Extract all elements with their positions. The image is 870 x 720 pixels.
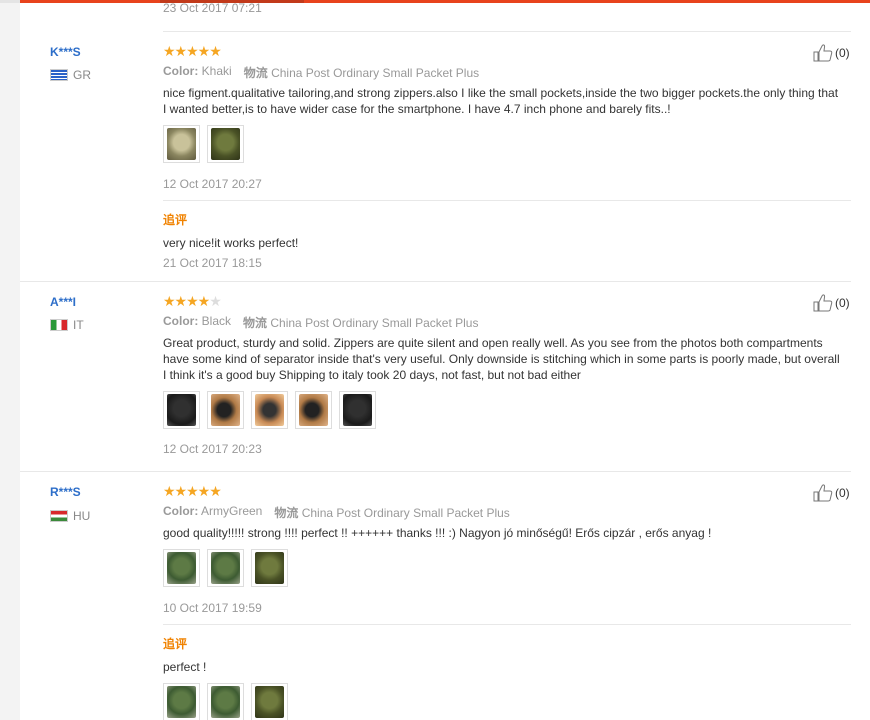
like-count: (0) <box>835 486 850 500</box>
reviewer-name[interactable]: A***I <box>50 295 76 309</box>
review-photo[interactable] <box>251 549 288 587</box>
review-text: nice figment.qualitative tailoring,and s… <box>163 86 839 116</box>
divider <box>163 624 851 625</box>
like-count: (0) <box>835 46 850 60</box>
italy-flag-icon <box>50 319 68 331</box>
review-photo[interactable] <box>163 125 200 163</box>
review-photos <box>163 391 376 429</box>
thumbs-up-icon <box>813 294 833 312</box>
like-count: (0) <box>835 296 850 310</box>
followup-photos <box>163 683 288 720</box>
review-photo[interactable] <box>163 549 200 587</box>
reviewer-country: HU <box>50 509 90 523</box>
review-photo[interactable] <box>163 683 200 720</box>
divider <box>163 31 851 32</box>
feedback-list: 23 Oct 2017 07:21 K***S GR ★★★★★ Color: … <box>20 1 870 720</box>
followup-text: perfect ! <box>163 660 207 674</box>
divider <box>20 281 851 282</box>
review-photo[interactable] <box>251 391 288 429</box>
divider <box>20 471 851 472</box>
helpful-button[interactable]: (0) <box>813 294 850 312</box>
thumbs-up-icon <box>813 484 833 502</box>
thumbs-up-icon <box>813 44 833 62</box>
star-icon: ★★★★★ <box>163 43 222 59</box>
helpful-button[interactable]: (0) <box>813 484 850 502</box>
divider <box>163 200 851 201</box>
helpful-button[interactable]: (0) <box>813 44 850 62</box>
star-rating: ★★★★★ <box>163 43 222 60</box>
review-photos <box>163 549 288 587</box>
review-photo[interactable] <box>207 391 244 429</box>
star-rating: ★★★★★ <box>163 293 222 310</box>
review-photo[interactable] <box>207 549 244 587</box>
followup-date: 21 Oct 2017 18:15 <box>163 256 262 270</box>
star-icon: ★★★★★ <box>163 483 222 499</box>
review-date: 12 Oct 2017 20:23 <box>163 442 262 456</box>
additional-feedback-label: 追评 <box>163 637 188 651</box>
reviewer-name[interactable]: K***S <box>50 45 81 59</box>
review-photo[interactable] <box>295 391 332 429</box>
reviewer-country: GR <box>50 68 91 82</box>
review-date: 12 Oct 2017 20:27 <box>163 177 262 191</box>
reviewer-name[interactable]: R***S <box>50 485 81 499</box>
review-photo[interactable] <box>163 391 200 429</box>
reviewer-country: IT <box>50 318 84 332</box>
review-date: 10 Oct 2017 19:59 <box>163 601 262 615</box>
review-photo[interactable] <box>207 125 244 163</box>
review-text: Great product, sturdy and solid. Zippers… <box>163 336 840 382</box>
review-meta: Color: Khaki 物流 China Post Ordinary Smal… <box>163 64 480 80</box>
review-meta: Color: Black 物流 China Post Ordinary Smal… <box>163 314 479 330</box>
star-icon: ★★★★ <box>163 293 210 309</box>
review-date: 23 Oct 2017 07:21 <box>163 1 262 15</box>
review-text: good quality!!!!! strong !!!! perfect !!… <box>163 526 712 540</box>
review-photo[interactable] <box>251 683 288 720</box>
review-photos <box>163 125 244 163</box>
review-meta: Color: ArmyGreen 物流 China Post Ordinary … <box>163 504 510 520</box>
review-photo[interactable] <box>207 683 244 720</box>
greece-flag-icon <box>50 69 68 81</box>
star-rating: ★★★★★ <box>163 483 222 500</box>
star-empty-icon: ★ <box>209 293 222 309</box>
additional-feedback-label: 追评 <box>163 213 188 227</box>
followup-text: very nice!it works perfect! <box>163 236 299 250</box>
hungary-flag-icon <box>50 510 68 522</box>
review-photo[interactable] <box>339 391 376 429</box>
